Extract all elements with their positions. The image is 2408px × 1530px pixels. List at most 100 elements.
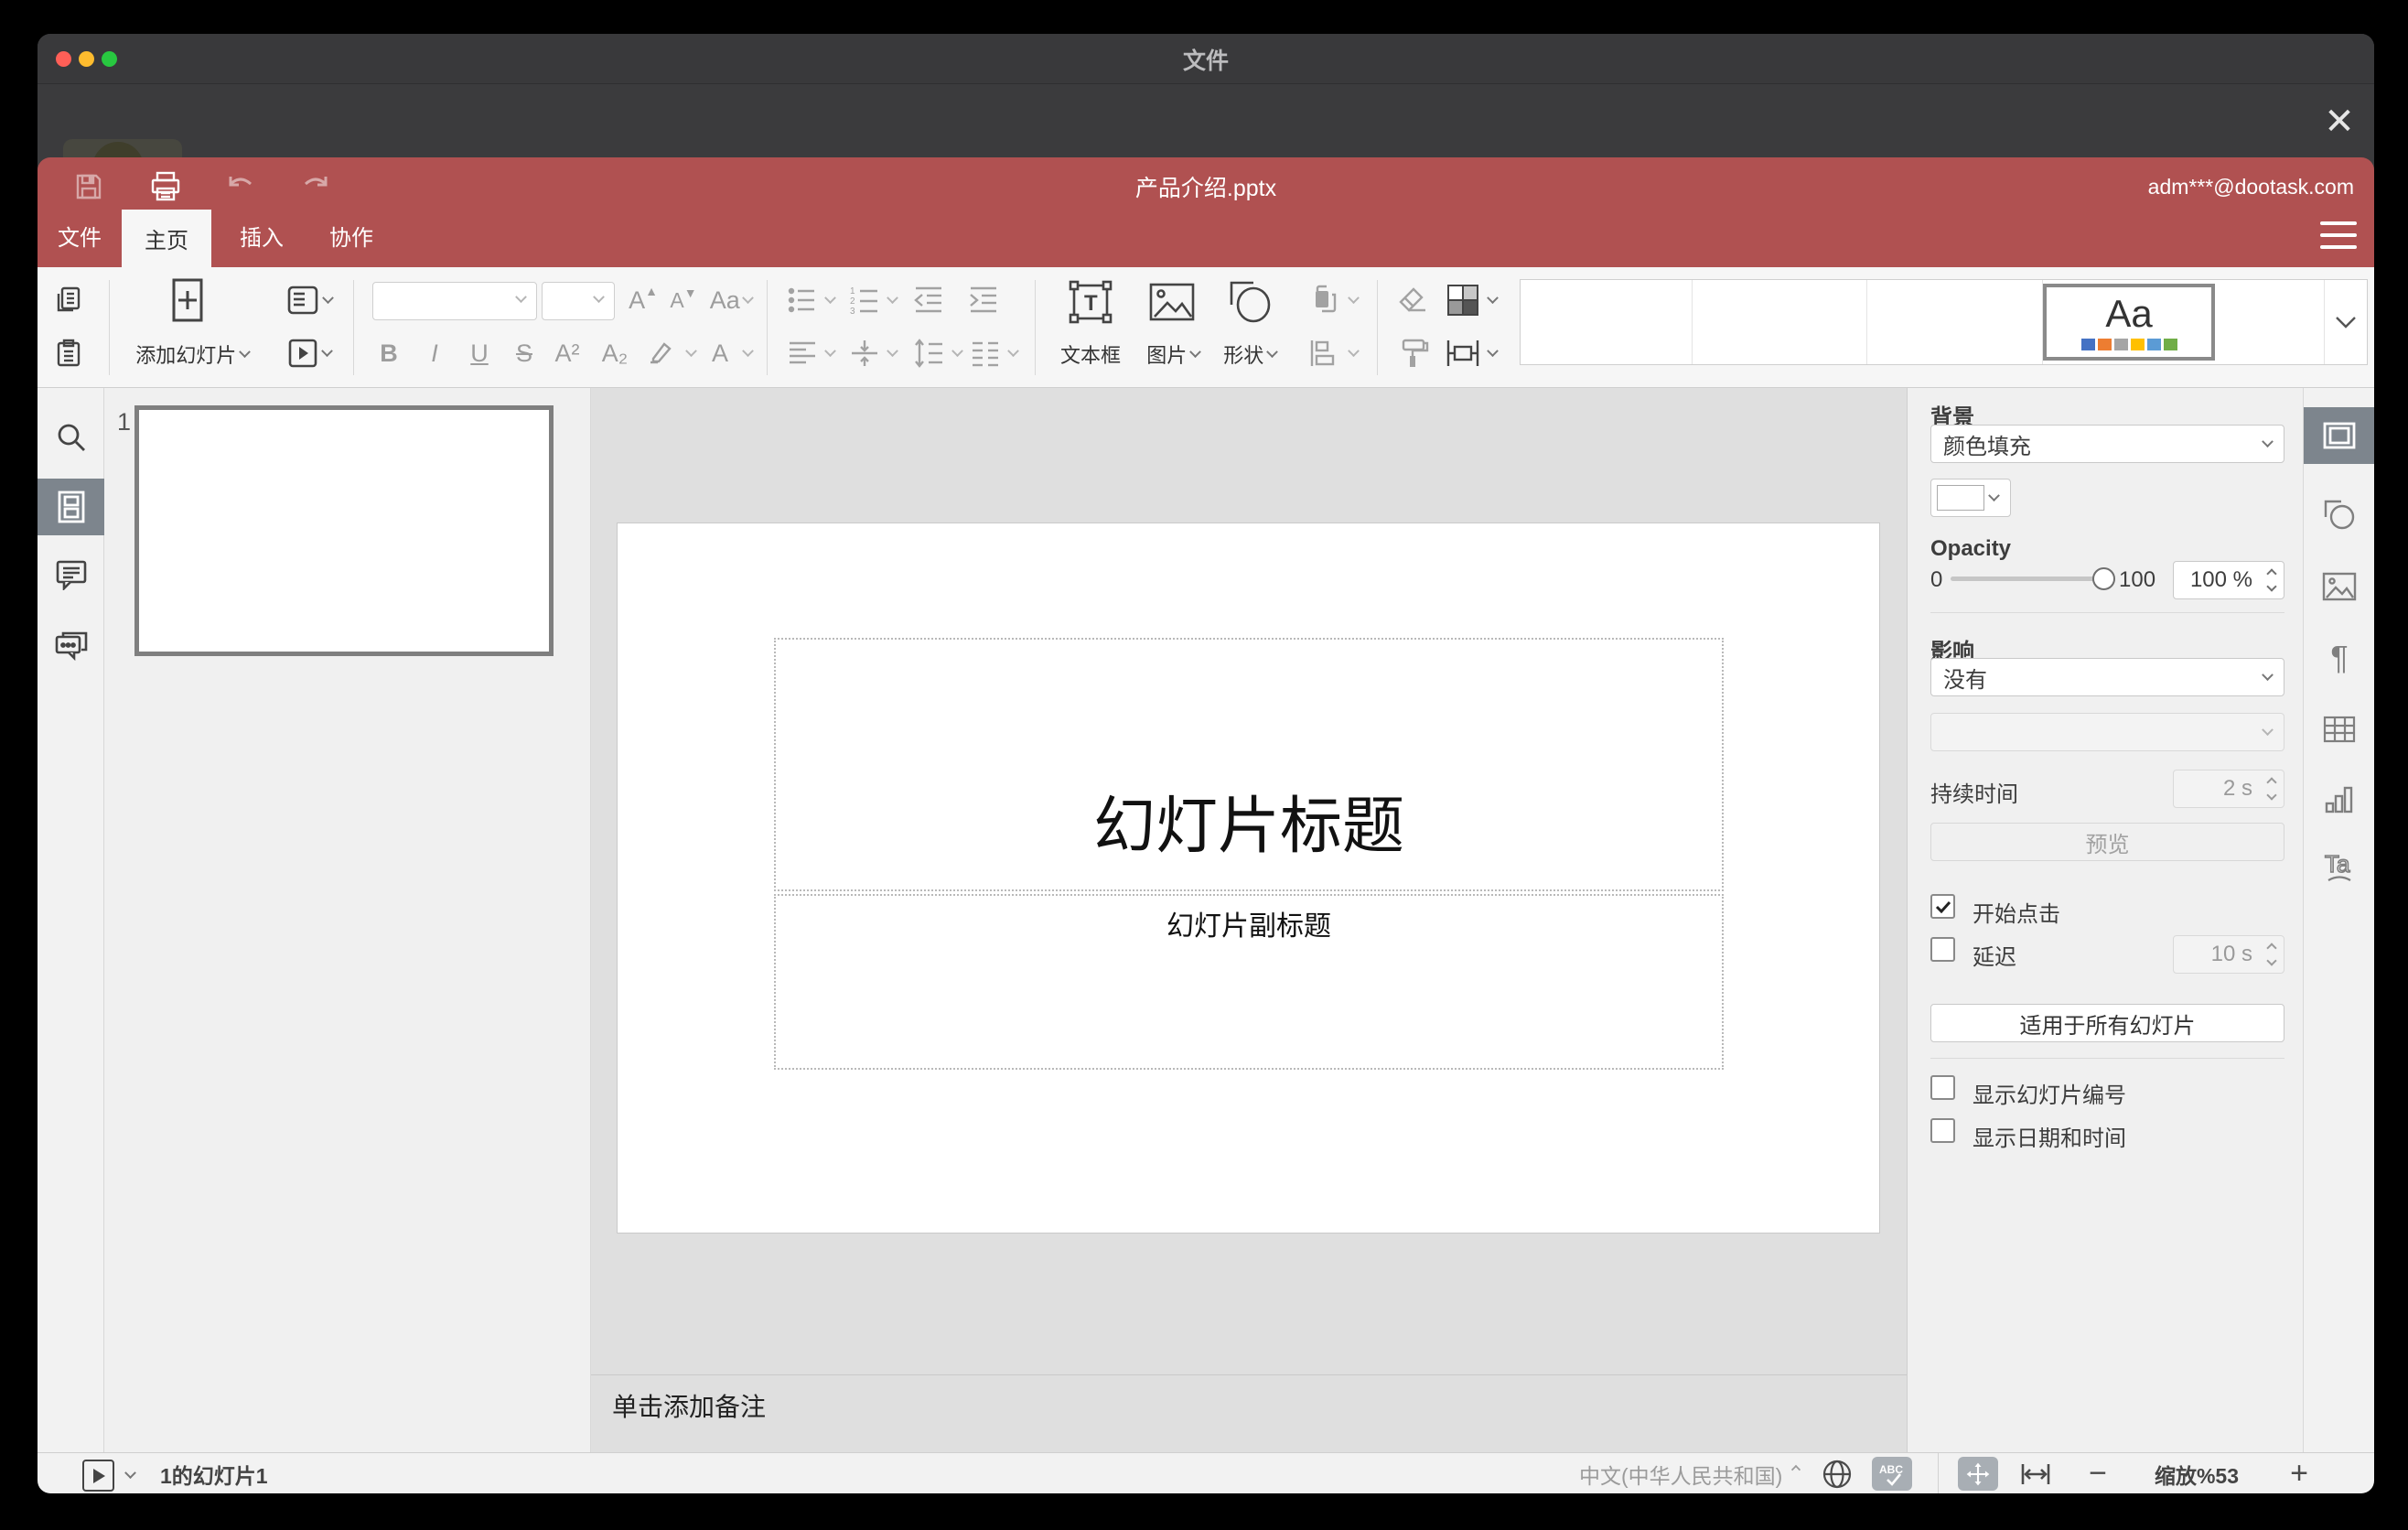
color-scheme-button[interactable] — [1441, 280, 1485, 320]
print-button[interactable] — [145, 167, 186, 207]
arrange-button[interactable] — [1302, 280, 1348, 320]
line-spacing-arrow[interactable] — [950, 335, 964, 372]
start-slideshow-status-button[interactable] — [82, 1460, 114, 1492]
fit-to-slide-button[interactable] — [1958, 1457, 1998, 1491]
slide-size-arrow[interactable] — [1485, 335, 1500, 372]
chat-panel-button[interactable] — [38, 617, 104, 673]
delay-checkbox[interactable] — [1930, 937, 1955, 962]
paste-button[interactable] — [48, 333, 89, 373]
zoom-out-button[interactable]: − — [2078, 1453, 2118, 1493]
set-language-button[interactable] — [1817, 1457, 1857, 1491]
bold-button[interactable]: B — [369, 333, 409, 373]
fit-to-width-button[interactable] — [2016, 1457, 2056, 1491]
menu-button[interactable] — [2320, 221, 2357, 249]
redo-button[interactable] — [296, 167, 336, 207]
language-selector[interactable]: 中文(中华人民共和国) — [1579, 1453, 1782, 1493]
arrange-arrow[interactable] — [1346, 282, 1360, 318]
highlight-color-arrow[interactable] — [683, 335, 698, 372]
font-name-select[interactable] — [372, 282, 537, 320]
slideshow-mode-arrow[interactable] — [122, 1464, 138, 1486]
align-shapes-button[interactable] — [1302, 333, 1348, 373]
theme-cell[interactable] — [1521, 280, 1693, 364]
bullets-button[interactable] — [780, 280, 824, 320]
vertical-align-button[interactable] — [843, 333, 887, 373]
undo-button[interactable] — [220, 167, 261, 207]
show-slide-number-checkbox[interactable] — [1930, 1075, 1955, 1100]
mac-minimize-light[interactable] — [79, 51, 94, 67]
image-label[interactable]: 图片 — [1134, 340, 1212, 368]
shape-settings-button[interactable] — [2304, 487, 2374, 544]
add-slide-button[interactable] — [140, 275, 235, 328]
font-color-arrow[interactable] — [740, 335, 755, 372]
vertical-align-arrow[interactable] — [885, 335, 899, 372]
copy-style-button[interactable] — [1392, 333, 1435, 373]
align-shapes-arrow[interactable] — [1346, 335, 1360, 372]
tab-home[interactable]: 主页 — [122, 210, 211, 267]
image-settings-button[interactable] — [2304, 558, 2374, 615]
decrease-font-button[interactable]: A ▼ — [663, 280, 704, 320]
language-caret[interactable] — [1787, 1460, 1805, 1479]
opacity-slider-knob[interactable] — [2092, 567, 2115, 590]
copy-button[interactable] — [48, 280, 89, 320]
line-spacing-button[interactable] — [905, 333, 952, 373]
italic-button[interactable]: I — [414, 333, 455, 373]
slide-layout-button[interactable] — [277, 280, 341, 320]
add-slide-label[interactable]: 添加幻灯片 — [114, 340, 270, 368]
delay-spinner[interactable]: 10 s — [2173, 935, 2284, 974]
columns-button[interactable] — [963, 333, 1007, 373]
theme-gallery-expand[interactable] — [2324, 280, 2367, 364]
start-on-click-checkbox[interactable] — [1930, 894, 1955, 919]
numbering-button[interactable]: 123 — [843, 280, 887, 320]
start-slideshow-button[interactable] — [277, 333, 341, 373]
fill-color-picker[interactable] — [1930, 479, 2011, 517]
tab-insert[interactable]: 插入 — [222, 210, 301, 261]
theme-cell[interactable] — [2215, 280, 2325, 364]
textart-settings-button[interactable]: Ta — [2304, 839, 2374, 896]
mac-zoom-light[interactable] — [102, 51, 117, 67]
textbox-button[interactable]: T — [1051, 275, 1130, 329]
horizontal-align-arrow[interactable] — [822, 335, 837, 372]
textbox-label[interactable]: 文本框 — [1051, 340, 1130, 368]
theme-cell-selected[interactable]: Aa — [2043, 284, 2215, 361]
notes-divider[interactable] — [591, 1374, 1907, 1375]
spellcheck-button[interactable]: ABC — [1872, 1457, 1912, 1491]
effect-select[interactable]: 没有 — [1930, 658, 2284, 696]
shape-button[interactable] — [1218, 275, 1282, 329]
preview-button[interactable]: 预览 — [1930, 823, 2284, 861]
image-button[interactable] — [1140, 275, 1204, 329]
effect-variant-select[interactable] — [1930, 713, 2284, 751]
notes-placeholder[interactable]: 单击添加备注 — [612, 1387, 766, 1424]
subtitle-placeholder[interactable]: 幻灯片副标题 — [774, 894, 1724, 1070]
mac-close-light[interactable] — [56, 51, 71, 67]
paragraph-settings-button[interactable]: ¶ — [2304, 630, 2374, 686]
change-case-button[interactable]: Aa — [704, 280, 758, 320]
theme-cell[interactable] — [1693, 280, 1867, 364]
color-scheme-arrow[interactable] — [1485, 282, 1500, 318]
tab-collaboration[interactable]: 协作 — [312, 210, 391, 261]
save-button[interactable] — [69, 167, 109, 207]
decrease-indent-button[interactable] — [905, 280, 952, 320]
numbering-arrow[interactable] — [885, 282, 899, 318]
chart-settings-button[interactable] — [2304, 771, 2374, 828]
slides-panel-button[interactable] — [38, 479, 104, 535]
apply-to-all-slides-button[interactable]: 适用于所有幻灯片 — [1930, 1004, 2284, 1042]
close-preview-button[interactable]: ✕ — [2314, 96, 2365, 147]
zoom-in-button[interactable]: + — [2279, 1453, 2319, 1493]
font-size-select[interactable] — [542, 282, 615, 320]
columns-arrow[interactable] — [1005, 335, 1020, 372]
background-fill-select[interactable]: 颜色填充 — [1930, 425, 2284, 463]
title-placeholder[interactable]: 幻灯片标题 — [774, 638, 1724, 891]
tab-file[interactable]: 文件 — [45, 210, 114, 261]
bullets-arrow[interactable] — [822, 282, 837, 318]
increase-font-button[interactable]: A ▲ — [623, 280, 663, 320]
duration-spinner[interactable]: 2 s — [2173, 770, 2284, 808]
highlight-color-button[interactable] — [638, 333, 682, 373]
opacity-value-spinner[interactable]: 100 % — [2173, 561, 2284, 599]
zoom-value[interactable]: 缩放%53 — [2133, 1453, 2261, 1493]
slide-size-button[interactable] — [1441, 333, 1485, 373]
clear-style-button[interactable] — [1392, 280, 1435, 320]
subscript-button[interactable]: A₂ — [595, 333, 635, 373]
underline-button[interactable]: U — [459, 333, 500, 373]
comments-panel-button[interactable] — [38, 546, 104, 603]
increase-indent-button[interactable] — [960, 280, 1007, 320]
